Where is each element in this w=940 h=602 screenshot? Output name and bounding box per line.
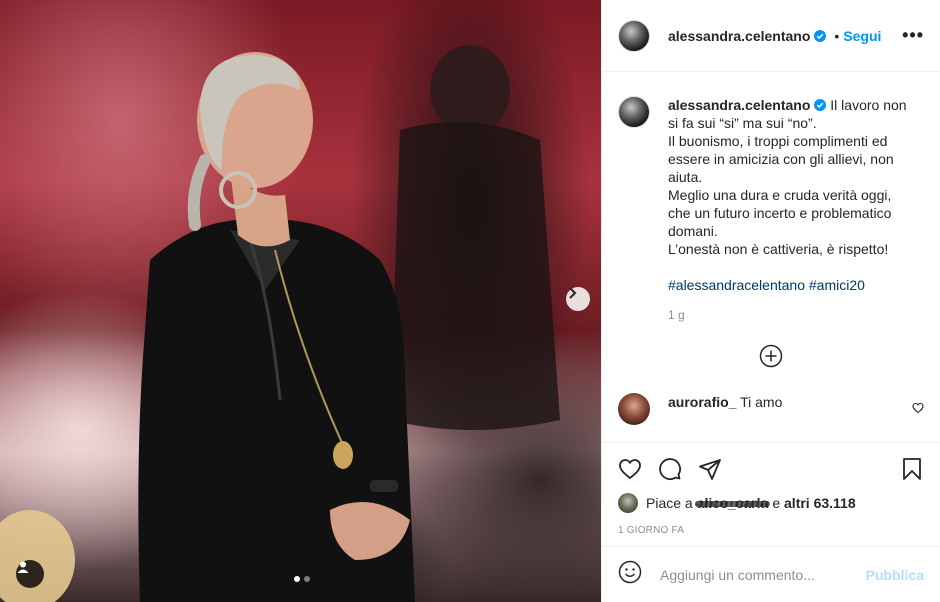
load-more-comments xyxy=(618,344,924,373)
caption-time[interactable]: 1 g xyxy=(668,308,924,322)
comment-icon xyxy=(659,458,681,480)
comment-button[interactable] xyxy=(658,449,698,489)
next-photo-button[interactable] xyxy=(566,287,590,311)
heart-icon xyxy=(619,459,641,480)
comments-section[interactable]: alessandra.celentano Il lavoro non si fa… xyxy=(602,72,940,442)
post-photo[interactable] xyxy=(0,0,601,602)
likes-count-button[interactable]: altri 63.118 xyxy=(784,495,856,511)
likes-connector: e xyxy=(772,495,781,511)
action-icons xyxy=(618,443,924,491)
like-comment-button[interactable] xyxy=(912,401,924,419)
comment-text: aurorafio_ Ti amo xyxy=(668,393,888,411)
user-tags-button[interactable] xyxy=(16,560,44,588)
bookmark-icon xyxy=(903,458,921,480)
comment-item: aurorafio_ Ti amo xyxy=(618,393,924,425)
share-icon xyxy=(699,459,721,480)
add-circle-icon xyxy=(759,344,783,368)
emoji-icon xyxy=(618,560,642,584)
post-details-panel: alessandra.celentano • Segui ••• alessan… xyxy=(601,0,940,602)
carousel-dot-active xyxy=(294,576,300,582)
chevron-right-icon xyxy=(569,287,577,299)
caption-line: Il buonismo, i troppi complimenti ed ess… xyxy=(668,133,894,185)
caption-username[interactable]: alessandra.celentano xyxy=(668,97,810,113)
carousel-dot xyxy=(304,576,310,582)
caption-text: alessandra.celentano Il lavoro non si fa… xyxy=(668,96,908,294)
header-separator: • xyxy=(834,27,840,44)
follow-button[interactable]: Segui xyxy=(843,28,881,44)
publish-button[interactable]: Pubblica xyxy=(866,567,924,583)
likes-summary: Piace a alice_carla e altri 63.118 xyxy=(618,493,924,513)
share-button[interactable] xyxy=(698,449,738,489)
author-avatar[interactable] xyxy=(618,19,650,52)
comment-body: Ti amo xyxy=(740,394,783,410)
save-button[interactable] xyxy=(884,449,924,489)
post-header: alessandra.celentano • Segui ••• xyxy=(602,0,940,72)
like-button[interactable] xyxy=(618,449,658,489)
add-comment-bar: Pubblica xyxy=(602,546,940,602)
liker-avatar[interactable] xyxy=(618,493,638,513)
emoji-button[interactable] xyxy=(618,560,648,589)
commenter-username[interactable]: aurorafio_ xyxy=(668,394,736,410)
comment-input[interactable] xyxy=(660,566,858,583)
more-options-icon[interactable]: ••• xyxy=(902,25,924,46)
verified-badge-icon xyxy=(814,29,827,42)
caption-avatar[interactable] xyxy=(618,96,650,128)
photo-illustration xyxy=(0,45,560,602)
commenter-avatar[interactable] xyxy=(618,393,650,425)
load-more-button[interactable] xyxy=(759,344,783,373)
user-tag-icon xyxy=(17,561,29,573)
carousel-indicator xyxy=(294,576,310,582)
caption: alessandra.celentano Il lavoro non si fa… xyxy=(618,96,924,294)
liker-username[interactable]: alice_carla xyxy=(694,495,770,511)
caption-line: Meglio una dura e cruda verità oggi, che… xyxy=(668,187,892,239)
likes-prefix: Piace a xyxy=(646,495,693,511)
post-timestamp[interactable]: 1 GIORNO FA xyxy=(618,525,924,536)
heart-icon xyxy=(912,402,924,414)
caption-line: L’onestà non è cattiveria, è rispetto! xyxy=(668,241,889,257)
caption-hashtags[interactable]: #alessandracelentano #amici20 xyxy=(668,276,908,294)
author-username[interactable]: alessandra.celentano xyxy=(668,28,810,44)
post-actions: Piace a alice_carla e altri 63.118 1 GIO… xyxy=(602,442,940,536)
verified-badge-icon xyxy=(814,99,827,111)
